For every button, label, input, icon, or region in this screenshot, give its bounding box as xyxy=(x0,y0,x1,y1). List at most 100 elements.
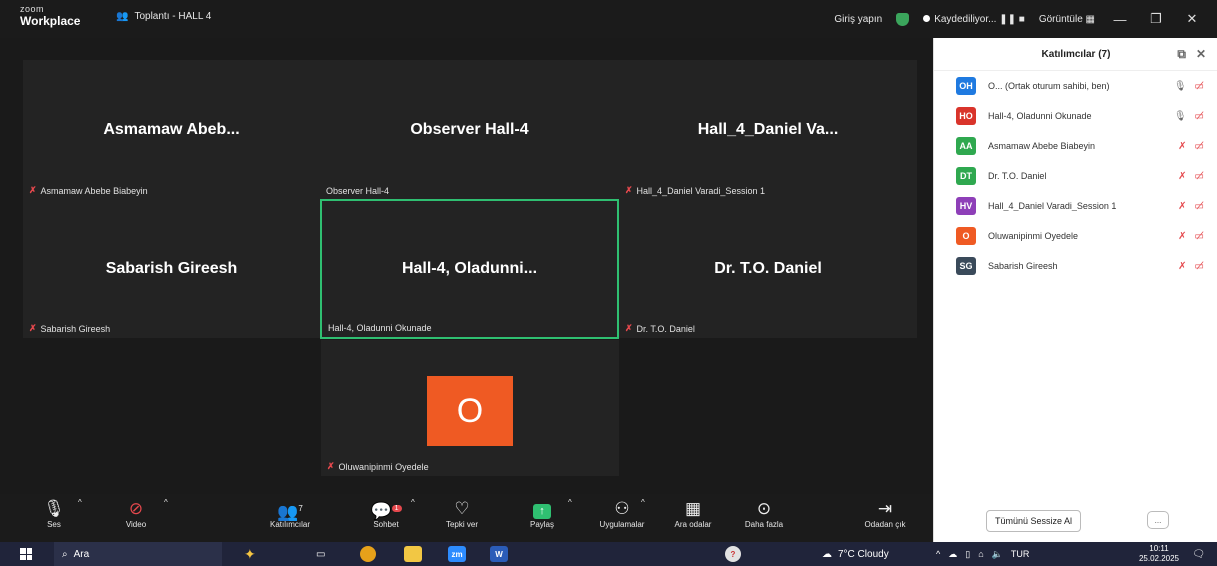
taskbar-search[interactable]: ⌕ Ara xyxy=(54,542,222,566)
audio-label: Ses xyxy=(47,520,61,529)
task-view-icon[interactable]: ▭ xyxy=(316,542,325,566)
video-off-icon[interactable]: ▭̸ xyxy=(1195,111,1204,122)
breakout-rooms-button[interactable]: ▦ Ara odalar xyxy=(667,498,719,529)
recording-label: Kaydediliyor... xyxy=(934,13,997,25)
apps-options-chevron-icon[interactable]: ^ xyxy=(641,498,645,507)
participants-count: 7 xyxy=(298,504,303,513)
grid-icon: ▦ xyxy=(1085,13,1095,25)
file-explorer-app[interactable] xyxy=(404,542,422,566)
recording-indicator[interactable]: Kaydediliyor... ❚❚ ■ xyxy=(923,14,1025,25)
apps-button[interactable]: ⚇ Uygulamalar xyxy=(589,498,655,529)
video-off-icon[interactable]: ▭̸ xyxy=(1195,171,1204,182)
participant-name: Hall-4, Oladunni Okunade xyxy=(988,111,1092,121)
video-off-icon[interactable]: ▭̸ xyxy=(1195,81,1204,92)
mic-muted-icon[interactable]: ✗ xyxy=(1178,171,1186,182)
mic-muted-icon[interactable]: ✗ xyxy=(1178,141,1186,152)
participant-row[interactable]: AA Asmamaw Abebe Biabeyin ✗ ▭̸ xyxy=(934,131,1217,161)
share-options-chevron-icon[interactable]: ^ xyxy=(568,498,572,507)
video-tile[interactable]: Sabarish Gireesh ✗ Sabarish Gireesh xyxy=(23,200,320,338)
view-button[interactable]: Görüntüle ▦ xyxy=(1039,14,1095,25)
react-button[interactable]: ♡ Tepki ver xyxy=(438,498,486,529)
video-tile[interactable]: Hall_4_Daniel Va... ✗ Hall_4_Daniel Varad… xyxy=(619,60,917,200)
cloud-sync-icon[interactable]: ☁ xyxy=(948,549,957,560)
participant-row[interactable]: HO Hall-4, Oladunni Okunade 🎙 ▭̸ xyxy=(934,101,1217,131)
avatar: HV xyxy=(956,197,976,215)
avatar: O xyxy=(427,376,513,446)
tile-label-text: Asmamaw Abebe Biabeyin xyxy=(40,185,148,196)
chat-icon: 💬 1 xyxy=(366,498,406,521)
zoom-app[interactable]: zm xyxy=(448,542,466,566)
tray-chevron-icon[interactable]: ^ xyxy=(936,549,940,559)
participant-row[interactable]: O Oluwanipinmi Oyedele ✗ ▭̸ xyxy=(934,221,1217,251)
encryption-shield-icon[interactable] xyxy=(896,12,910,26)
avatar: OH xyxy=(956,77,976,95)
chat-options-chevron-icon[interactable]: ^ xyxy=(411,498,415,507)
panel-title: Katılımcılar (7) xyxy=(1041,48,1111,60)
popout-icon[interactable]: ⧉ xyxy=(1177,47,1186,62)
minimize-icon[interactable]: — xyxy=(1109,12,1131,27)
participant-row[interactable]: OH O... (Ortak oturum sahibi, ben) 🎙 ▭̸ xyxy=(934,71,1217,101)
leave-button[interactable]: ⇥ Odadan çık xyxy=(860,498,910,529)
copilot-sparkle-icon[interactable]: ✦ xyxy=(244,542,256,566)
more-options-button[interactable]: ... xyxy=(1147,511,1169,529)
chrome-app[interactable] xyxy=(360,542,376,566)
video-tile[interactable]: Observer Hall-4 Observer Hall-4 xyxy=(320,60,619,200)
sign-in-link[interactable]: Giriş yapın xyxy=(834,14,882,25)
chat-label: Sohbet xyxy=(373,520,399,529)
notifications-icon[interactable]: 🗨 xyxy=(1192,542,1205,566)
audio-button[interactable]: 🎙 Ses xyxy=(40,498,68,529)
video-off-icon[interactable]: ▭̸ xyxy=(1195,231,1204,242)
more-button[interactable]: ⊙ Daha fazla xyxy=(738,498,790,529)
video-button[interactable]: ⊘ Video xyxy=(116,498,156,529)
network-icon[interactable]: ⌂ xyxy=(978,549,983,559)
stop-icon[interactable]: ■ xyxy=(1019,14,1025,25)
participants-button[interactable]: 👥7 Katılımcılar xyxy=(255,498,325,529)
share-button[interactable]: ↑ Paylaş xyxy=(522,498,562,529)
participant-row[interactable]: HV Hall_4_Daniel Varadi_Session 1 ✗ ▭̸ xyxy=(934,191,1217,221)
close-icon[interactable]: ✕ xyxy=(1196,47,1206,62)
pause-icon[interactable]: ❚❚ xyxy=(999,14,1016,25)
mic-muted-icon[interactable]: ✗ xyxy=(1178,231,1186,242)
search-placeholder: Ara xyxy=(73,548,90,560)
mic-muted-icon[interactable]: ✗ xyxy=(1178,201,1186,212)
video-tile[interactable]: Asmamaw Abeb... ✗ Asmamaw Abebe Biabeyin xyxy=(23,60,320,200)
share-screen-icon: ↑ xyxy=(533,504,551,519)
word-app[interactable]: W xyxy=(490,542,508,566)
mic-muted-icon: ✗ xyxy=(29,323,37,333)
taskbar-clock[interactable]: 10:11 25.02.2025 xyxy=(1139,542,1179,566)
mic-icon[interactable]: 🎙 xyxy=(1174,81,1187,92)
participant-row[interactable]: SG Sabarish Gireesh ✗ ▭̸ xyxy=(934,251,1217,281)
mic-muted-icon[interactable]: ✗ xyxy=(1178,261,1186,272)
audio-options-chevron-icon[interactable]: ^ xyxy=(78,498,82,507)
system-tray[interactable]: ^ ☁ ▯ ⌂ 🔈 TUR xyxy=(936,542,1029,566)
video-tile[interactable]: Dr. T.O. Daniel ✗ Dr. T.O. Daniel xyxy=(619,200,917,338)
video-tile[interactable]: O ✗ Oluwanipinmi Oyedele xyxy=(321,340,619,476)
participant-row[interactable]: DT Dr. T.O. Daniel ✗ ▭̸ xyxy=(934,161,1217,191)
weather-text: 7°C Cloudy xyxy=(838,548,889,560)
video-off-icon[interactable]: ▭̸ xyxy=(1195,141,1204,152)
tile-label: ✗ Sabarish Gireesh xyxy=(29,323,110,334)
language-indicator[interactable]: TUR xyxy=(1011,549,1030,559)
tile-label: ✗ Hall_4_Daniel Varadi_Session 1 xyxy=(625,185,765,196)
breakout-grid-icon: ▦ xyxy=(684,499,702,518)
restore-icon[interactable]: ❐ xyxy=(1145,11,1167,27)
chat-button[interactable]: 💬 1 Sohbet xyxy=(366,498,406,529)
volume-icon[interactable]: 🔈 xyxy=(992,549,1003,560)
meeting-icon: 👥 xyxy=(116,11,129,22)
search-icon: ⌕ xyxy=(62,548,68,560)
video-off-icon[interactable]: ▭̸ xyxy=(1195,201,1204,212)
mic-icon[interactable]: 🎙 xyxy=(1174,111,1187,122)
video-options-chevron-icon[interactable]: ^ xyxy=(164,498,168,507)
heart-icon: ♡ xyxy=(454,499,470,518)
weather-widget[interactable]: ☁ 7°C Cloudy xyxy=(822,542,889,566)
mute-all-button[interactable]: Tümünü Sessize Al xyxy=(986,510,1082,532)
apps-label: Uygulamalar xyxy=(599,520,645,529)
active-speaker-tile[interactable]: Hall-4, Oladunni... Hall-4, Oladunni Oku… xyxy=(320,199,619,339)
close-icon[interactable]: ✕ xyxy=(1181,11,1203,27)
participant-list: OH O... (Ortak oturum sahibi, ben) 🎙 ▭̸ H… xyxy=(934,71,1217,281)
help-app[interactable]: ? xyxy=(725,542,741,566)
start-button[interactable] xyxy=(20,542,32,566)
tile-label-text: Hall_4_Daniel Varadi_Session 1 xyxy=(636,185,765,196)
battery-icon[interactable]: ▯ xyxy=(965,549,970,560)
video-off-icon[interactable]: ▭̸ xyxy=(1195,261,1204,272)
